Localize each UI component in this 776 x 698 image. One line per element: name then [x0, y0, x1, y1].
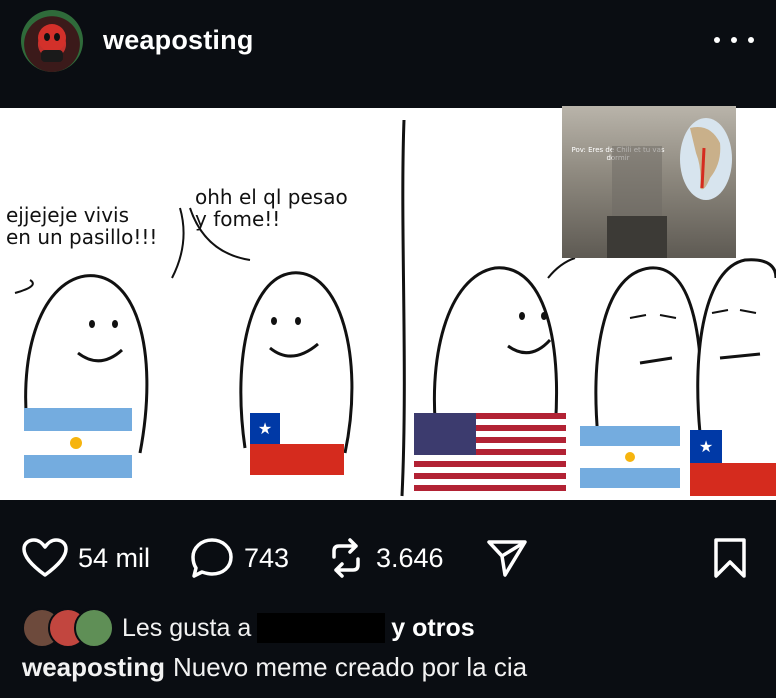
reposts-count: 3.646	[376, 542, 444, 573]
username[interactable]: weaposting	[103, 25, 254, 56]
chile-flag-2: ★	[690, 430, 776, 496]
post-caption: weaposting Nuevo meme creado por la cia	[22, 652, 527, 683]
usa-flag	[414, 413, 566, 493]
like-button[interactable]: 54 mil	[22, 528, 150, 588]
heart-icon	[22, 538, 68, 578]
svg-text:★: ★	[699, 437, 713, 456]
chile-flag-1: ★	[250, 413, 344, 475]
bookmark-icon	[712, 537, 748, 579]
video-inset: Pov: Eres de Chili et tu vas dormir	[562, 106, 736, 258]
speech-bubble-2: ohh el ql pesao y fome!!	[195, 185, 348, 231]
liked-by-row[interactable]: Les gusta a y otros	[22, 606, 762, 650]
post-header: weaposting	[0, 0, 776, 95]
speech-bubble-1: ejjejeje vivis en un pasillo!!!	[6, 203, 158, 249]
action-bar: 54 mil 743 3.646	[0, 528, 776, 588]
hallway-scene	[607, 146, 667, 258]
more-dots-icon[interactable]	[714, 25, 754, 55]
comment-icon	[190, 537, 234, 579]
repost-button[interactable]: 3.646	[326, 528, 444, 588]
profile-avatar[interactable]	[21, 10, 83, 72]
avatar-character-icon	[38, 24, 66, 62]
share-button[interactable]	[486, 528, 528, 588]
send-icon	[486, 538, 528, 578]
caption-username[interactable]: weaposting	[22, 652, 165, 682]
svg-text:★: ★	[258, 419, 272, 438]
liked-by-prefix: Les gusta a	[122, 613, 252, 642]
argentina-flag-2	[580, 426, 680, 488]
save-button[interactable]	[712, 528, 748, 588]
comments-count: 743	[244, 542, 290, 573]
liker-avatar-3	[74, 608, 114, 648]
repost-icon	[326, 537, 366, 579]
argentina-flag-1	[24, 408, 132, 478]
redacted-username	[257, 613, 386, 643]
caption-text: Nuevo meme creado por la cia	[173, 652, 528, 682]
post-image[interactable]: ★ ★ ejjejeje vivis en un pasillo!!! ohh …	[0, 106, 776, 500]
liked-by-suffix[interactable]: y otros	[391, 614, 474, 643]
comment-button[interactable]: 743	[190, 528, 289, 588]
likes-count: 54 mil	[78, 542, 151, 573]
